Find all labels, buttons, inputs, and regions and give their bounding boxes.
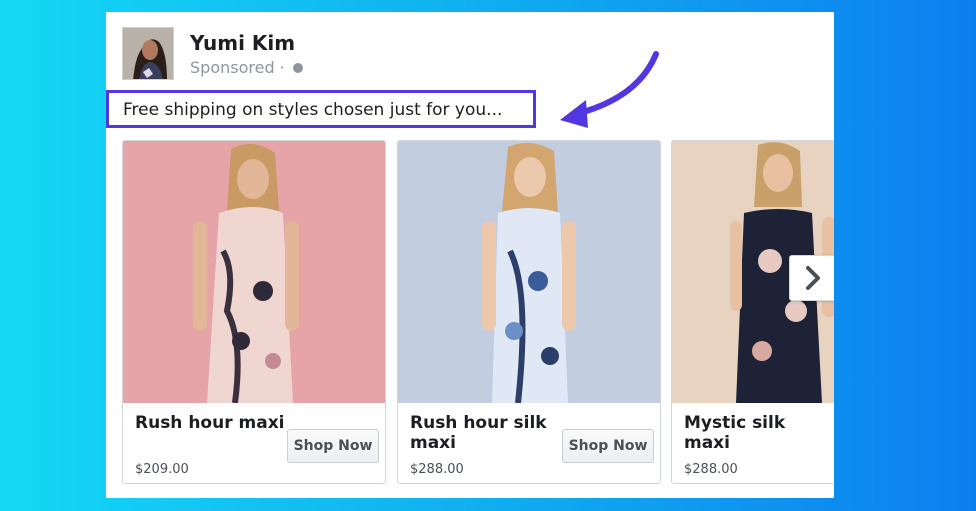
product-title[interactable]: Mystic silk maxi xyxy=(684,413,834,453)
product-price: $209.00 xyxy=(135,462,189,477)
product-price: $288.00 xyxy=(684,462,738,477)
product-image[interactable] xyxy=(123,141,385,403)
product-image[interactable] xyxy=(398,141,660,403)
shop-now-button[interactable]: Shop Now xyxy=(562,429,654,463)
carousel-item[interactable]: Mystic silk maxi $288.00 xyxy=(671,140,834,484)
author-name[interactable]: Yumi Kim xyxy=(190,31,295,55)
sponsored-post-card: Yumi Kim Sponsored · Free shipping on st… xyxy=(106,12,834,498)
caption-highlight-box: Free shipping on styles chosen just for … xyxy=(106,90,536,128)
sponsored-label: Sponsored · xyxy=(190,58,303,77)
carousel-next-button[interactable] xyxy=(789,255,834,301)
chevron-right-icon xyxy=(806,266,820,290)
product-title[interactable]: Rush hour maxi xyxy=(135,413,285,433)
globe-icon xyxy=(292,62,303,73)
post-caption: Free shipping on styles chosen just for … xyxy=(123,100,503,120)
carousel-item[interactable]: Rush hour maxi Shop Now $209.00 xyxy=(122,140,386,484)
carousel-item[interactable]: Rush hour silk maxi Shop Now $288.00 xyxy=(397,140,661,484)
product-title[interactable]: Rush hour silk maxi xyxy=(410,413,560,453)
author-avatar[interactable] xyxy=(122,27,174,80)
product-price: $288.00 xyxy=(410,462,464,477)
annotation-arrow-icon xyxy=(560,51,659,128)
shop-now-button[interactable]: Shop Now xyxy=(287,429,379,463)
sponsored-text: Sponsored · xyxy=(190,58,285,77)
